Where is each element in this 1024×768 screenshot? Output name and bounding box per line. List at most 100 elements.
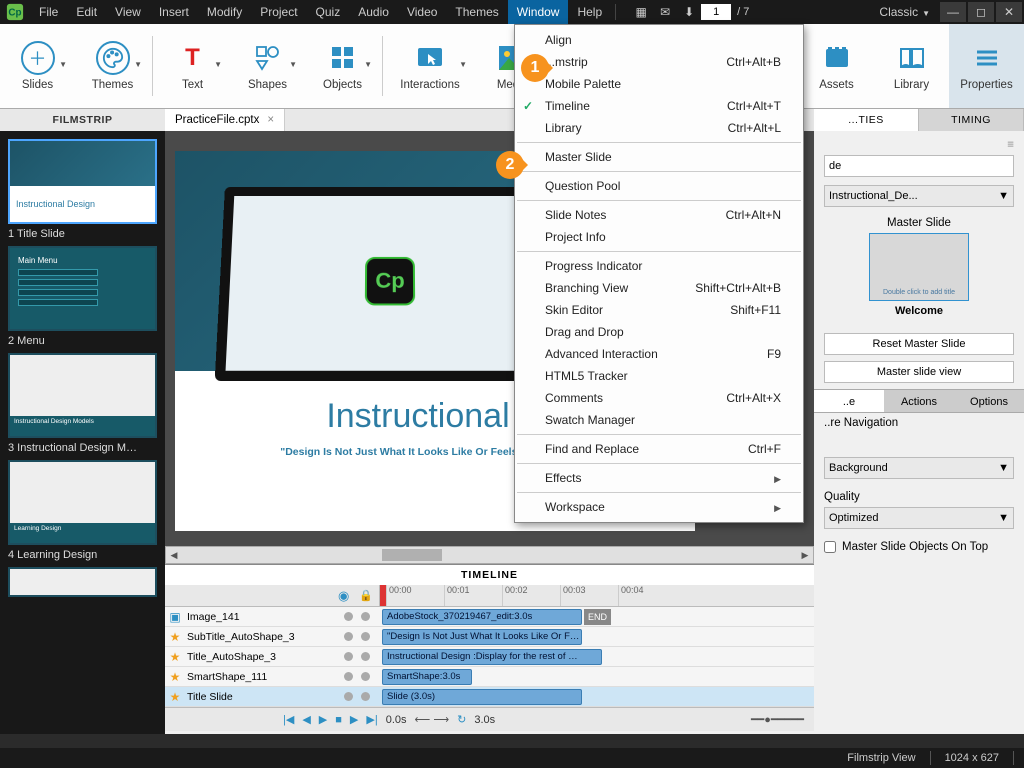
menu-item[interactable]: Project Info — [515, 226, 803, 248]
menu-window[interactable]: Window — [508, 0, 569, 24]
tl-end-icon[interactable]: ▶| — [366, 713, 377, 726]
menu-audio[interactable]: Audio — [349, 0, 398, 24]
app-logo: Cp — [0, 0, 30, 24]
tl-time-b: 3.0s — [474, 714, 495, 726]
sec-options[interactable]: Options — [954, 390, 1024, 412]
bg-select[interactable]: Background▼ — [824, 457, 1014, 479]
visibility-icon[interactable]: ◉ — [338, 588, 349, 604]
tool-themes[interactable]: Themes▼ — [75, 24, 150, 108]
lock-icon[interactable]: 🔒 — [359, 589, 373, 602]
menu-item[interactable]: LibraryCtrl+Alt+L — [515, 117, 803, 139]
ontop-checkbox[interactable]: Master Slide Objects On Top — [814, 537, 1024, 557]
menu-item[interactable]: Drag and Drop — [515, 321, 803, 343]
ms-heading: Master Slide — [824, 217, 1014, 229]
document-tab[interactable]: PracticeFile.cptx× — [165, 109, 285, 131]
filmstrip-title: FILMSTRIP — [0, 109, 165, 131]
tool-interactions[interactable]: Interactions▼ — [385, 24, 475, 108]
tool-assets[interactable]: Assets — [799, 24, 874, 108]
menu-item[interactable]: Progress Indicator — [515, 255, 803, 277]
menu-item[interactable]: CommentsCtrl+Alt+X — [515, 387, 803, 409]
minimize-icon[interactable]: — — [940, 2, 966, 22]
menu-item[interactable]: Advanced InteractionF9 — [515, 343, 803, 365]
rtab-timing[interactable]: TIMING — [919, 109, 1024, 131]
timeline-row[interactable]: ★Title_AutoShape_3Instructional Design :… — [165, 647, 814, 667]
master-view-button[interactable]: Master slide view — [824, 361, 1014, 383]
filmstrip-slide[interactable]: Learning Design4 Learning Design — [8, 460, 157, 561]
layout-icon[interactable]: ▦ — [629, 5, 653, 19]
filmstrip-panel: FILMSTRIP Instructional Design1 Title Sl… — [0, 109, 165, 734]
menu-themes[interactable]: Themes — [446, 0, 507, 24]
sec-style[interactable]: ..e — [814, 390, 884, 412]
ms-preview[interactable]: Double click to add title — [869, 233, 969, 301]
tl-fwd-icon[interactable]: ▶ — [350, 713, 358, 726]
menu-insert[interactable]: Insert — [150, 0, 198, 24]
maximize-icon[interactable]: ◻ — [968, 2, 994, 22]
status-bar: Filmstrip View 1024 x 627 — [0, 748, 1024, 768]
menu-item[interactable]: Question Pool — [515, 175, 803, 197]
download-icon[interactable]: ⬇ — [677, 5, 701, 19]
tl-time-a: 0.0s — [386, 714, 407, 726]
callout-2: 2 — [496, 151, 524, 179]
menu-bar: Cp File Edit View Insert Modify Project … — [0, 0, 1024, 24]
menu-item[interactable]: Align — [515, 29, 803, 51]
tab-close-icon[interactable]: × — [267, 114, 274, 126]
reset-master-button[interactable]: Reset Master Slide — [824, 333, 1014, 355]
menu-item[interactable]: Skin EditorShift+F11 — [515, 299, 803, 321]
quality-label: Quality — [814, 487, 1024, 507]
nav-row[interactable]: ..re Navigation — [814, 413, 1024, 433]
filmstrip-slide[interactable]: Main Menu2 Menu — [8, 246, 157, 347]
quality-select[interactable]: Optimized▼ — [824, 507, 1014, 529]
page-current-input[interactable]: 1 — [701, 4, 731, 20]
menu-quiz[interactable]: Quiz — [307, 0, 350, 24]
filmstrip-slide[interactable]: Instructional Design1 Title Slide — [8, 139, 157, 240]
tool-properties[interactable]: Properties — [949, 24, 1024, 108]
tl-back-icon[interactable]: ◀ — [302, 713, 310, 726]
toolbar: ＋Slides▼ Themes▼ TText▼ Shapes▼ Objects▼… — [0, 24, 1024, 109]
menu-help[interactable]: Help — [568, 0, 611, 24]
theme-select[interactable]: Instructional_De...▼ — [824, 185, 1014, 207]
menu-item[interactable]: Branching ViewShift+Ctrl+Alt+B — [515, 277, 803, 299]
menu-video[interactable]: Video — [398, 0, 446, 24]
tool-shapes[interactable]: Shapes▼ — [230, 24, 305, 108]
menu-project[interactable]: Project — [251, 0, 306, 24]
tl-loop-icon[interactable]: ↻ — [457, 713, 466, 726]
timeline-row[interactable]: ★SubTitle_AutoShape_3"Design Is Not Just… — [165, 627, 814, 647]
slide-name-input[interactable]: de — [824, 155, 1014, 177]
menu-item[interactable]: Swatch Manager — [515, 409, 803, 431]
tool-objects[interactable]: Objects▼ — [305, 24, 380, 108]
tool-slides[interactable]: ＋Slides▼ — [0, 24, 75, 108]
menu-modify[interactable]: Modify — [198, 0, 251, 24]
timeline-row[interactable]: ★SmartShape_111SmartShape:3.0s — [165, 667, 814, 687]
menu-item[interactable]: Slide NotesCtrl+Alt+N — [515, 204, 803, 226]
menu-item[interactable]: ✓TimelineCtrl+Alt+T — [515, 95, 803, 117]
menu-item[interactable]: Mobile Palette — [515, 73, 803, 95]
close-icon[interactable]: ✕ — [996, 2, 1022, 22]
layout-picker[interactable]: Classic▼ — [869, 5, 940, 19]
window-menu-dropdown: Align...mstripCtrl+Alt+BMobile Palette✓T… — [514, 24, 804, 523]
h-scrollbar[interactable]: ◀▶ — [165, 546, 814, 564]
menu-item[interactable]: Workspace▶ — [515, 496, 803, 518]
menu-item[interactable]: Master Slide — [515, 146, 803, 168]
tl-rewind-icon[interactable]: |◀ — [283, 713, 294, 726]
menu-item[interactable]: HTML5 Tracker — [515, 365, 803, 387]
menu-file[interactable]: File — [30, 0, 67, 24]
properties-panel: ...TIES TIMING ≡ de Instructional_De...▼… — [814, 109, 1024, 734]
tl-stop-icon[interactable]: ■ — [335, 714, 342, 726]
menu-item[interactable]: Find and ReplaceCtrl+F — [515, 438, 803, 460]
timeline-row[interactable]: ★Title SlideSlide (3.0s) — [165, 687, 814, 707]
timeline-row[interactable]: ▣Image_141AdobeStock_370219467_edit:3.0s… — [165, 607, 814, 627]
panel-menu-icon[interactable]: ≡ — [1007, 139, 1014, 151]
sec-actions[interactable]: Actions — [884, 390, 954, 412]
filmstrip-slide[interactable]: Instructional Design Models3 Instruction… — [8, 353, 157, 454]
status-view: Filmstrip View — [847, 752, 915, 764]
menu-edit[interactable]: Edit — [67, 0, 106, 24]
menu-item[interactable]: Effects▶ — [515, 467, 803, 489]
tool-text[interactable]: TText▼ — [155, 24, 230, 108]
tl-play-icon[interactable]: ▶ — [319, 713, 327, 726]
timeline-panel: TIMELINE ◉🔒 00:0000:0100:0200:0300:04 ▣I… — [165, 564, 814, 734]
menu-view[interactable]: View — [106, 0, 150, 24]
rtab-properties[interactable]: ...TIES — [814, 109, 919, 131]
tool-library[interactable]: Library — [874, 24, 949, 108]
svg-text:Cp: Cp — [8, 8, 21, 19]
mail-icon[interactable]: ✉ — [653, 5, 677, 19]
